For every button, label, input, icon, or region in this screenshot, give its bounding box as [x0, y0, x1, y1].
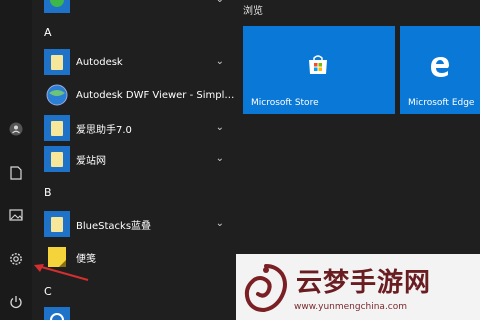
edge-icon — [428, 54, 452, 82]
app-icon — [44, 0, 70, 13]
chevron-down-icon[interactable]: ⌄ — [216, 122, 224, 133]
app-item-autodesk[interactable]: Autodesk ⌄ — [44, 48, 236, 76]
folder-icon — [44, 211, 70, 237]
tiles-group-header[interactable]: 浏览 — [243, 2, 263, 17]
power-icon[interactable] — [8, 294, 24, 310]
folder-icon — [44, 146, 70, 172]
folder-icon — [44, 115, 70, 141]
dwf-viewer-icon — [44, 82, 70, 108]
pictures-icon[interactable] — [8, 207, 24, 223]
document-icon[interactable] — [8, 165, 24, 181]
group-letter-b[interactable]: B — [44, 186, 52, 199]
app-item-c-partial[interactable] — [44, 306, 236, 320]
watermark-logo — [244, 264, 287, 313]
watermark-url: www.yunmengchina.com — [294, 302, 408, 312]
app-item-aizhan[interactable]: 爱站网 ⌄ — [44, 145, 236, 173]
app-label: Autodesk — [76, 56, 123, 68]
watermark-banner: 云梦手游网 www.yunmengchina.com — [236, 254, 480, 320]
settings-icon[interactable] — [8, 251, 24, 267]
chevron-down-icon[interactable]: ⌄ — [216, 56, 224, 67]
app-label: 爱思助手7.0 — [76, 124, 132, 136]
folder-icon — [44, 49, 70, 75]
group-letter-a[interactable]: A — [44, 26, 52, 39]
chevron-down-icon[interactable]: ⌄ — [216, 0, 224, 5]
app-item-autodesk-dwf-viewer[interactable]: Autodesk DWF Viewer - Simplifie... — [44, 81, 236, 109]
tile-label: Microsoft Edge — [408, 98, 475, 108]
tile-microsoft-edge[interactable]: Microsoft Edge — [400, 26, 480, 114]
app-item-aisi-assistant[interactable]: 爱思助手7.0 ⌄ — [44, 114, 236, 142]
app-label: BlueStacks蓝叠 — [76, 220, 152, 232]
store-icon — [307, 54, 329, 80]
user-icon[interactable] — [8, 121, 24, 137]
chevron-down-icon[interactable]: ⌄ — [216, 153, 224, 164]
app-label: Autodesk DWF Viewer - Simplifie... — [76, 89, 236, 101]
annotation-arrow — [34, 264, 89, 281]
tile-label: Microsoft Store — [251, 98, 319, 108]
app-label: 爱站网 — [76, 155, 106, 167]
blue-circle-icon — [44, 307, 70, 320]
app-item-top-partial[interactable]: ⌄ — [44, 0, 236, 14]
tile-microsoft-store[interactable]: Microsoft Store — [243, 26, 395, 114]
watermark-title: 云梦手游网 — [296, 268, 432, 298]
group-letter-c[interactable]: C — [44, 285, 52, 298]
start-menu-rail — [0, 0, 32, 320]
chevron-down-icon[interactable]: ⌄ — [216, 218, 224, 229]
app-item-bluestacks[interactable]: BlueStacks蓝叠 ⌄ — [44, 210, 236, 238]
